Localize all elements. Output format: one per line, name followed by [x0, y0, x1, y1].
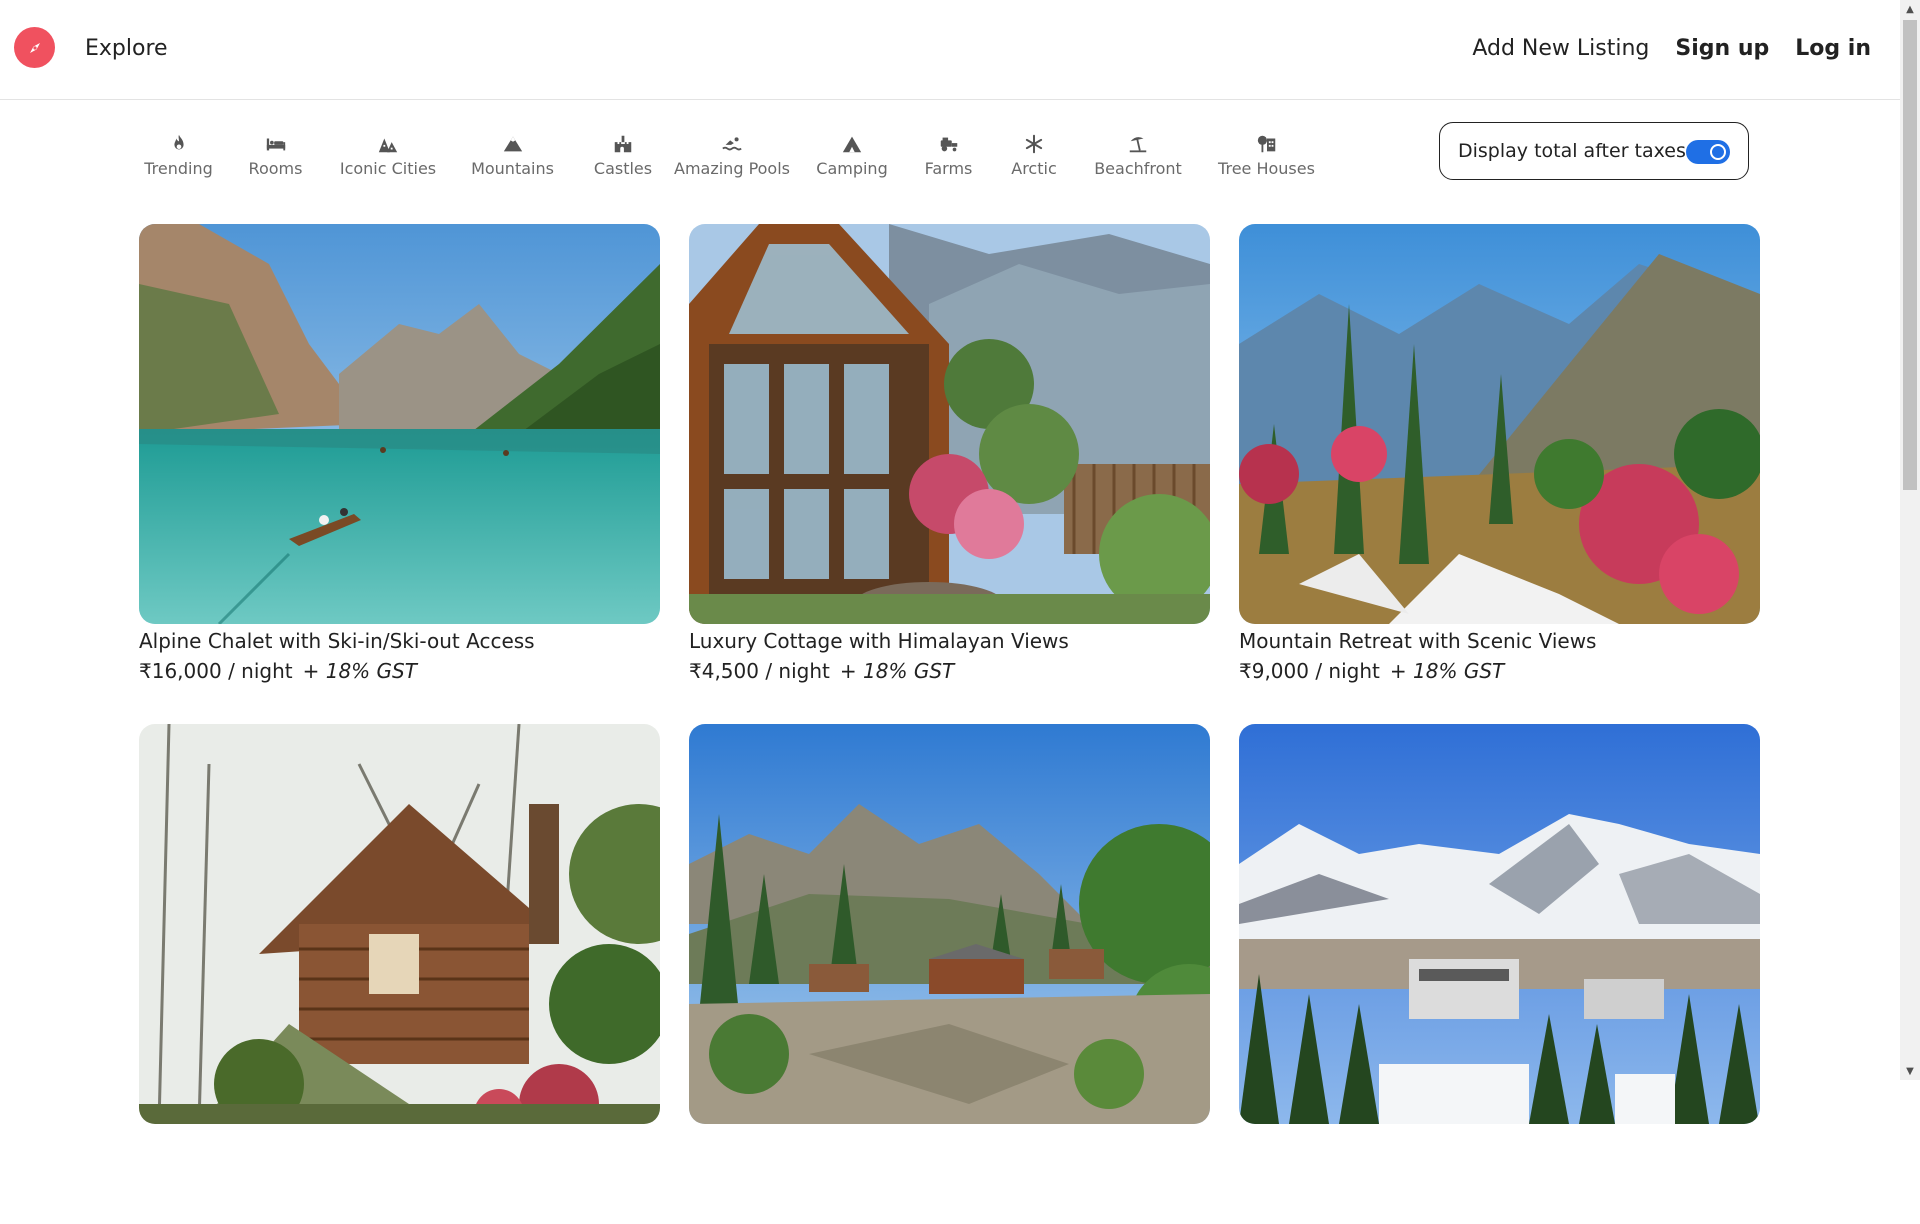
- umbrella-beach-icon: [1126, 132, 1150, 156]
- listings-grid: Alpine Chalet with Ski-in/Ski-out Access…: [139, 224, 1760, 1224]
- gst-note: + 18% GST: [1389, 659, 1505, 683]
- filter-amazing-pools[interactable]: Amazing Pools: [665, 132, 799, 178]
- scroll-thumb[interactable]: [1903, 20, 1917, 490]
- listing-card[interactable]: [139, 724, 660, 1224]
- listing-card[interactable]: [689, 724, 1210, 1224]
- city-icon: [376, 132, 400, 156]
- tent-icon: [840, 132, 864, 156]
- listing-image[interactable]: [1239, 224, 1760, 624]
- tractor-icon: [937, 132, 961, 156]
- vertical-scrollbar[interactable]: ▲ ▼: [1900, 0, 1920, 1080]
- listing-title: Alpine Chalet with Ski-in/Ski-out Access: [139, 629, 535, 653]
- scroll-down-arrow-icon[interactable]: ▼: [1900, 1062, 1920, 1080]
- tax-toggle-switch[interactable]: [1686, 140, 1730, 164]
- nav-actions: Add New Listing Sign up Log in: [1472, 36, 1871, 61]
- swimmer-icon: [720, 132, 744, 156]
- tax-toggle[interactable]: Display total after taxes: [1439, 122, 1749, 180]
- filter-trending[interactable]: Trending: [138, 132, 219, 178]
- filter-castles[interactable]: Castles: [581, 132, 665, 178]
- sign-up-link[interactable]: Sign up: [1675, 36, 1769, 61]
- listing-image[interactable]: [139, 224, 660, 624]
- listing-card[interactable]: [1239, 724, 1760, 1224]
- add-new-listing-link[interactable]: Add New Listing: [1472, 36, 1649, 61]
- price-per-night: ₹16,000 / night: [139, 659, 293, 683]
- bed-icon: [264, 132, 288, 156]
- castle-icon: [611, 132, 635, 156]
- price-per-night: ₹9,000 / night: [1239, 659, 1380, 683]
- listing-price: [689, 1130, 1210, 1154]
- navbar: Explore Add New Listing Sign up Log in: [0, 0, 1900, 100]
- listing-card[interactable]: Luxury Cottage with Himalayan Views ₹4,5…: [689, 224, 1210, 724]
- compass-logo-icon[interactable]: [14, 27, 55, 68]
- filter-beachfront[interactable]: Beachfront: [1076, 132, 1200, 178]
- fire-icon: [167, 132, 191, 156]
- listing-image[interactable]: [1239, 724, 1760, 1124]
- listing-image[interactable]: [689, 724, 1210, 1124]
- filter-mountains[interactable]: Mountains: [444, 132, 581, 178]
- filter-rooms[interactable]: Rooms: [219, 132, 332, 178]
- filter-camping[interactable]: Camping: [799, 132, 905, 178]
- listing-price: ₹9,000 / night + 18% GST: [1239, 659, 1760, 683]
- filter-farms[interactable]: Farms: [905, 132, 992, 178]
- filter-tree-houses[interactable]: Tree Houses: [1200, 132, 1333, 178]
- tree-house-icon: [1255, 132, 1279, 156]
- listing-image[interactable]: [139, 724, 660, 1124]
- listing-card[interactable]: Mountain Retreat with Scenic Views ₹9,00…: [1239, 224, 1760, 724]
- tax-toggle-label: Display total after taxes: [1458, 140, 1686, 162]
- filter-iconic-cities[interactable]: Iconic Cities: [332, 132, 444, 178]
- filter-arctic[interactable]: Arctic: [992, 132, 1076, 178]
- mountain-icon: [501, 132, 525, 156]
- gst-note: + 18% GST: [839, 659, 955, 683]
- listing-price: [139, 1130, 660, 1154]
- gst-note: + 18% GST: [302, 659, 417, 683]
- price-per-night: ₹4,500 / night: [689, 659, 830, 683]
- scroll-up-arrow-icon[interactable]: ▲: [1900, 0, 1920, 18]
- switch-knob: [1710, 144, 1726, 160]
- listing-price: ₹4,500 / night + 18% GST: [689, 659, 1210, 683]
- listing-image[interactable]: [689, 224, 1210, 624]
- listing-title: Luxury Cottage with Himalayan Views: [689, 629, 1069, 653]
- snowflake-icon: [1022, 132, 1046, 156]
- log-in-link[interactable]: Log in: [1795, 36, 1871, 61]
- listing-price: [1239, 1130, 1760, 1154]
- listing-card[interactable]: Alpine Chalet with Ski-in/Ski-out Access…: [139, 224, 660, 724]
- listing-title: Mountain Retreat with Scenic Views: [1239, 629, 1597, 653]
- listing-price: ₹16,000 / night + 18% GST: [139, 659, 660, 683]
- explore-link[interactable]: Explore: [85, 36, 168, 61]
- category-filters: Trending Rooms Iconic Cities Mountains C…: [138, 132, 1333, 178]
